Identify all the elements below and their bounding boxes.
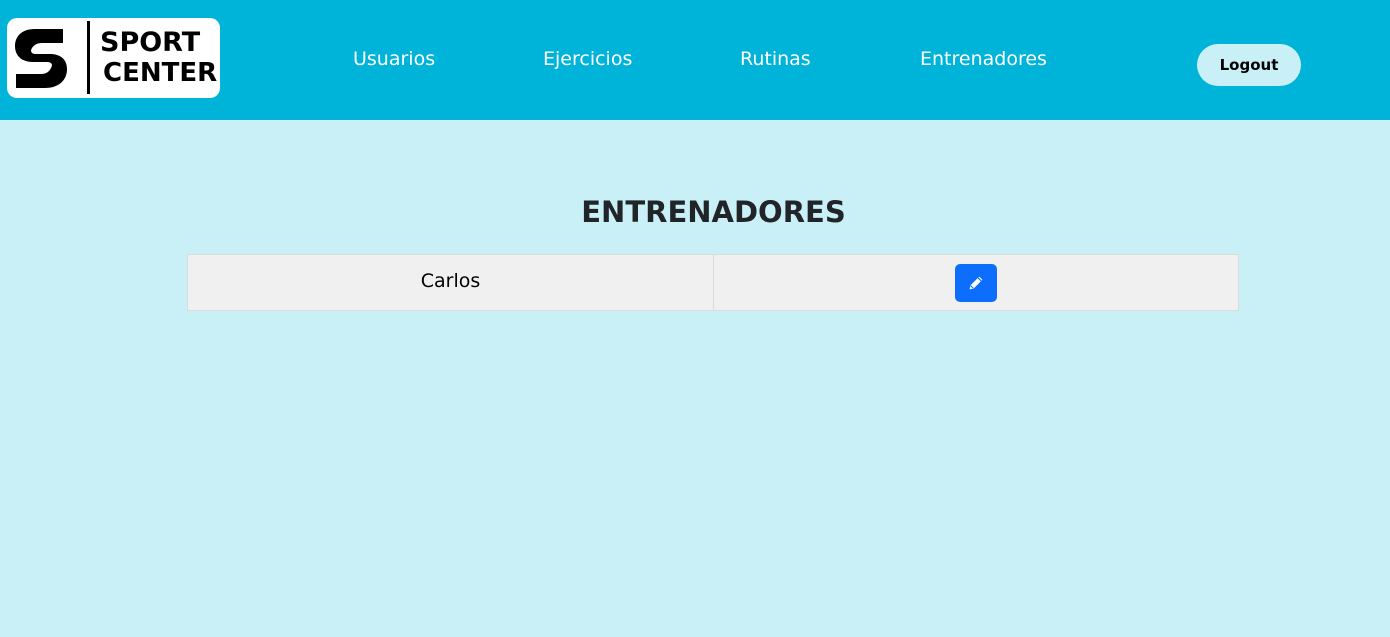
nav-link-ejercicios[interactable]: Ejercicios: [543, 46, 632, 72]
brand-line-1: SPORT: [100, 27, 201, 58]
nav-link-entrenadores[interactable]: Entrenadores: [920, 46, 1047, 72]
sport-center-s-icon: [15, 29, 67, 88]
table-row: Carlos: [187, 254, 1239, 311]
edit-trainer-button[interactable]: [955, 263, 997, 302]
pencil-icon: [969, 276, 983, 289]
trainer-actions-cell: [713, 254, 1239, 311]
logout-button[interactable]: Logout: [1197, 44, 1301, 86]
nav-link-rutinas[interactable]: Rutinas: [740, 46, 811, 72]
nav-link-usuarios[interactable]: Usuarios: [353, 46, 435, 72]
trainer-name-cell: Carlos: [187, 254, 714, 311]
logo-divider: [87, 21, 90, 94]
brand-logo[interactable]: SPORT CENTER: [7, 18, 220, 98]
navbar: SPORT CENTER Usuarios Ejercicios Rutinas…: [0, 0, 1390, 120]
page-title: ENTRENADORES: [581, 195, 846, 229]
trainers-table: Carlos: [187, 254, 1239, 311]
brand-line-2: CENTER: [103, 58, 218, 88]
